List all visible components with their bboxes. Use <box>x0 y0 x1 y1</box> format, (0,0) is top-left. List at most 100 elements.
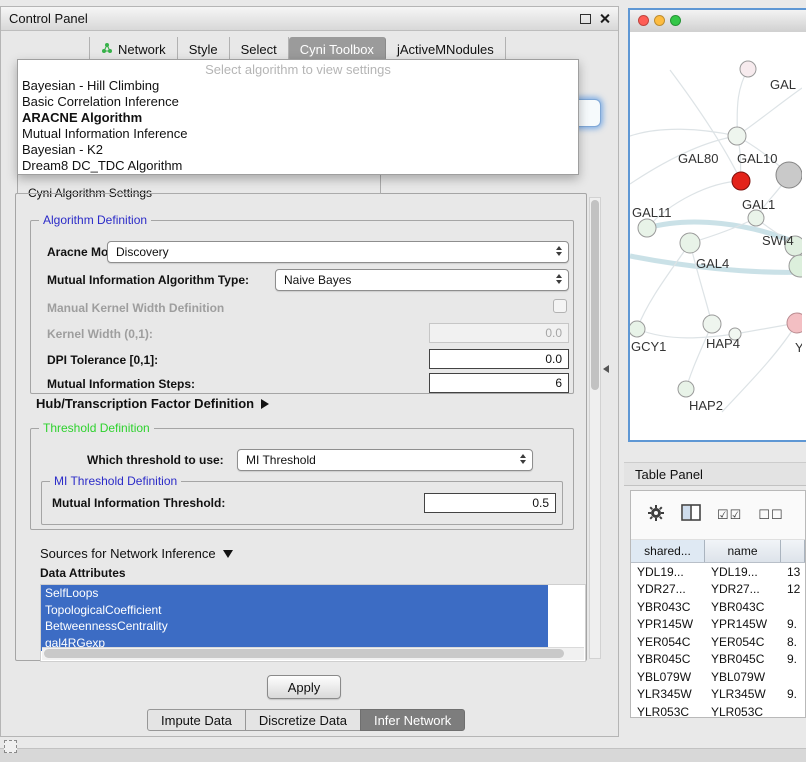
table-row[interactable]: YLR345WYLR345W9. <box>631 686 805 704</box>
table-row[interactable]: YBR043CYBR043C <box>631 598 805 616</box>
apply-button[interactable]: Apply <box>267 675 341 699</box>
manual-kernel-checkbox[interactable] <box>553 299 567 313</box>
network-node[interactable] <box>732 172 750 190</box>
network-window-titlebar[interactable] <box>630 10 806 33</box>
tab-label: Select <box>241 42 277 57</box>
table-row[interactable]: YBR045CYBR045C9. <box>631 651 805 669</box>
threshold-definition-title: Threshold Definition <box>39 421 154 435</box>
table-row[interactable]: YDR27...YDR27...12 <box>631 581 805 599</box>
mi-steps-label: Mutual Information Steps: <box>47 377 195 391</box>
combo-arrows-icon <box>520 454 526 464</box>
mac-minimize-button[interactable] <box>654 15 665 26</box>
mac-close-button[interactable] <box>638 15 649 26</box>
network-node[interactable] <box>678 381 694 397</box>
close-icon[interactable] <box>599 13 610 24</box>
algorithm-option[interactable]: Dream8 DC_TDC Algorithm <box>18 158 578 174</box>
table-row[interactable]: YPR145WYPR145W9. <box>631 616 805 634</box>
sources-header[interactable]: Sources for Network Inference <box>40 546 233 561</box>
threshold-definition-group: Threshold Definition Which threshold to … <box>30 428 574 530</box>
tab-infer-network[interactable]: Infer Network <box>360 709 465 731</box>
hub-definition-header[interactable]: Hub/Transcription Factor Definition <box>36 396 269 411</box>
tab-discretize-data[interactable]: Discretize Data <box>245 709 361 731</box>
mi-type-select[interactable]: Naive Bayes <box>275 269 569 291</box>
algorithm-definition-title: Algorithm Definition <box>39 213 151 227</box>
table-row[interactable]: YBL079WYBL079W <box>631 668 805 686</box>
tab-select[interactable]: Select <box>230 37 289 61</box>
algorithm-definition-group: Algorithm Definition Aracne Mode: Discov… <box>30 220 574 394</box>
network-node[interactable] <box>787 313 802 333</box>
kernel-width-label: Kernel Width (0,1): <box>47 327 153 341</box>
algorithm-option[interactable]: Mutual Information Inference <box>18 126 578 142</box>
which-threshold-select[interactable]: MI Threshold <box>237 449 533 471</box>
mi-threshold-group-title: MI Threshold Definition <box>50 474 181 488</box>
expand-right-icon <box>261 399 269 409</box>
table-panel-titlebar[interactable]: Table Panel <box>624 462 806 486</box>
table-row[interactable]: YLR053CYLR053C <box>631 703 805 718</box>
network-node[interactable] <box>748 210 764 226</box>
network-canvas[interactable]: GALGAL80GAL10GAL11GAL1SWI4GAL4GCY1HAP4HA… <box>630 32 806 438</box>
kernel-width-value: 0.0 <box>545 326 562 340</box>
algorithm-popup-placeholder: Select algorithm to view settings <box>18 61 578 78</box>
columns-icon[interactable] <box>681 504 701 526</box>
control-panel-titlebar[interactable]: Control Panel <box>1 7 618 31</box>
tab-impute-data[interactable]: Impute Data <box>147 709 246 731</box>
mi-steps-field[interactable]: 6 <box>429 373 569 393</box>
table-header-cell[interactable] <box>781 540 805 562</box>
gear-icon[interactable] <box>647 504 665 527</box>
attribute-list-item[interactable]: TopologicalCoefficient <box>41 602 548 619</box>
which-threshold-value: MI Threshold <box>246 453 316 467</box>
table-row[interactable]: YDL19...YDL19...13 <box>631 563 805 581</box>
collapse-panel-icon[interactable] <box>603 365 609 373</box>
tab-network[interactable]: Network <box>89 37 178 61</box>
aracne-mode-value: Discovery <box>116 245 169 259</box>
dpi-tolerance-field[interactable]: 0.0 <box>429 349 569 369</box>
minimized-panel-icon[interactable] <box>4 740 17 753</box>
network-node[interactable] <box>680 233 700 253</box>
attribute-list-item[interactable]: BetweennessCentrality <box>41 618 548 635</box>
dpi-tolerance-label: DPI Tolerance [0,1]: <box>47 353 158 367</box>
mac-zoom-button[interactable] <box>670 15 681 26</box>
table-header-cell[interactable]: name <box>705 540 781 562</box>
tab-style[interactable]: Style <box>178 37 230 61</box>
unselect-all-columns-icon[interactable]: ☐☐ <box>758 507 783 523</box>
data-attributes-list[interactable]: SelfLoopsTopologicalCoefficientBetweenne… <box>40 584 586 662</box>
table-cell: 9. <box>781 652 805 666</box>
network-node[interactable] <box>638 219 656 237</box>
scrollbar-thumb[interactable] <box>44 649 564 658</box>
network-node[interactable] <box>728 127 746 145</box>
settings-scrollbar[interactable] <box>589 197 601 659</box>
horizontal-scrollbar[interactable] <box>42 647 584 660</box>
algorithm-option[interactable]: Bayesian - Hill Climbing <box>18 78 578 94</box>
table-header-cell[interactable]: shared... <box>631 540 705 562</box>
network-svg: GALGAL80GAL10GAL11GAL1SWI4GAL4GCY1HAP4HA… <box>630 32 802 436</box>
tab-jactivemnodules[interactable]: jActiveMNodules <box>386 37 506 61</box>
network-tab-icon <box>101 42 113 57</box>
mi-steps-value: 6 <box>555 376 562 390</box>
mi-threshold-field[interactable]: 0.5 <box>424 493 556 513</box>
network-node[interactable] <box>776 162 802 188</box>
tab-cyni-toolbox[interactable]: Cyni Toolbox <box>289 37 386 61</box>
select-all-columns-icon[interactable]: ☑☑ <box>717 507 742 523</box>
table-cell: YBR045C <box>631 652 705 666</box>
table-cell: YLR053C <box>631 705 705 718</box>
float-window-icon[interactable] <box>580 14 591 24</box>
table-cell: YER054C <box>631 635 705 649</box>
table-row[interactable]: YER054CYER054C8. <box>631 633 805 651</box>
algorithm-option[interactable]: Bayesian - K2 <box>18 142 578 158</box>
network-node-label: GAL1 <box>742 197 775 212</box>
sources-label: Sources for Network Inference <box>40 546 216 561</box>
table-cell: YDR27... <box>631 582 705 596</box>
attribute-list-item[interactable]: SelfLoops <box>41 585 548 602</box>
network-view-window: GALGAL80GAL10GAL11GAL1SWI4GAL4GCY1HAP4HA… <box>628 8 806 442</box>
table-header: shared...name <box>631 540 805 563</box>
scrollbar-thumb[interactable] <box>591 200 599 390</box>
algorithm-option[interactable]: ARACNE Algorithm <box>18 110 578 126</box>
network-node[interactable] <box>740 61 756 77</box>
table-cell: 12 <box>781 582 805 596</box>
table-cell: YDL19... <box>631 565 705 579</box>
network-node[interactable] <box>703 315 721 333</box>
algorithm-option[interactable]: Basic Correlation Inference <box>18 94 578 110</box>
aracne-mode-select[interactable]: Discovery <box>107 241 569 263</box>
network-node[interactable] <box>630 321 645 337</box>
mi-type-value: Naive Bayes <box>284 273 351 287</box>
